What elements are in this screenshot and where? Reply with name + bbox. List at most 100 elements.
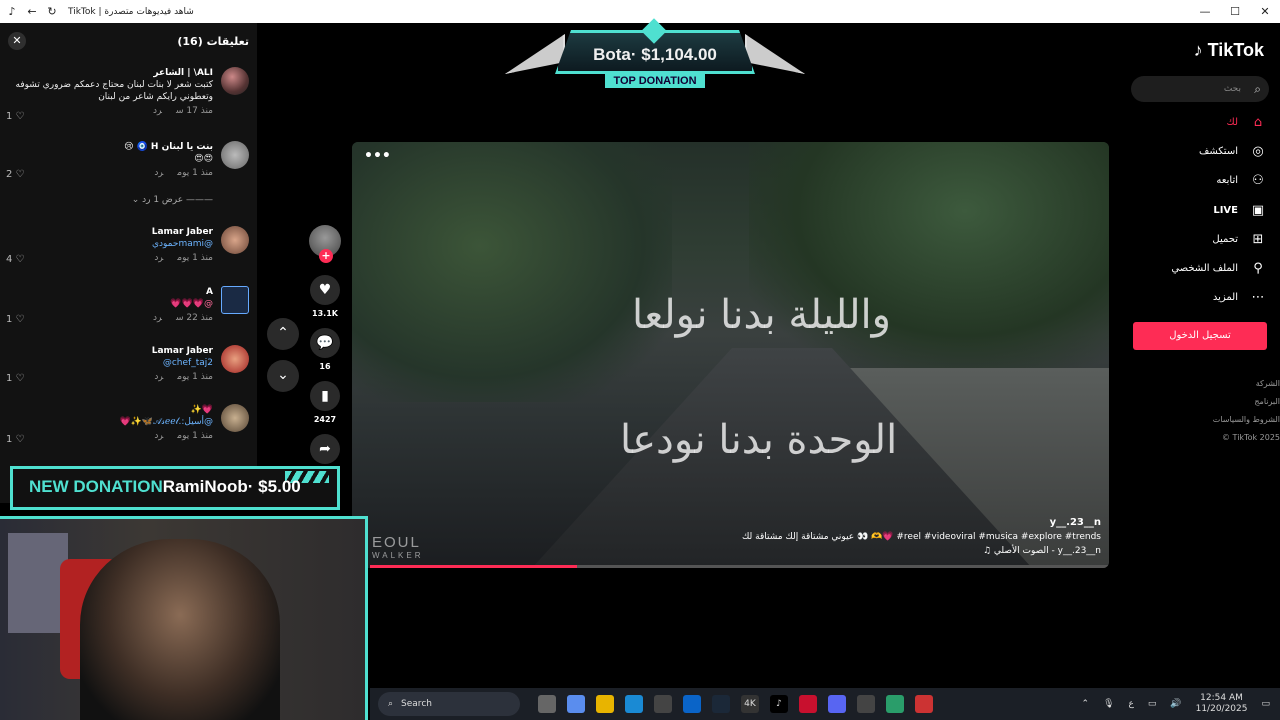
nav-explore[interactable]: ◎ استكشف xyxy=(1199,144,1266,159)
obs-icon[interactable] xyxy=(857,695,875,713)
comment-username[interactable]: ALI\ | الشاعر xyxy=(6,67,213,79)
video-author[interactable]: y__.23__n xyxy=(742,516,1101,530)
outlook-icon[interactable] xyxy=(683,695,701,713)
footer-program-link[interactable]: البرنامج xyxy=(1213,393,1280,411)
like-button[interactable]: ♥ xyxy=(310,275,340,305)
avatar[interactable] xyxy=(221,141,249,169)
mic-icon[interactable]: 🎙 xyxy=(1103,699,1114,709)
comments-title: تعليقات (16) xyxy=(177,34,249,48)
comment-like-button[interactable]: 2 ♡ xyxy=(6,169,25,180)
video-player[interactable]: ••• والليلة بدنا نولعا الوحدة بدنا نودعا… xyxy=(352,142,1109,568)
language-indicator[interactable]: ع xyxy=(1129,699,1134,709)
search-icon[interactable]: ⌕ xyxy=(1254,76,1261,102)
follow-plus-icon[interactable]: + xyxy=(319,249,333,263)
like-count: 13.1K xyxy=(312,309,338,318)
comment-username[interactable]: 💗✨ xyxy=(6,404,213,416)
avatar[interactable] xyxy=(221,226,249,254)
nav-profile[interactable]: ⚲ الملف الشخصي xyxy=(1171,261,1266,276)
compass-icon: ◎ xyxy=(1252,144,1264,159)
reply-link[interactable]: رد xyxy=(154,168,163,178)
video-sound[interactable]: ♫ الصوت الأصلي - y__.23__n xyxy=(742,544,1101,558)
comment-count: 16 xyxy=(319,362,331,371)
video-info: y__.23__n عيوني مشتاقة إلك مشتاقة لك 👀 🫶… xyxy=(742,516,1101,558)
view-replies-button[interactable]: ——— عرض 1 رد ⌄ xyxy=(132,195,213,205)
bookmark-button[interactable]: ▮ xyxy=(310,381,340,411)
steam-icon[interactable] xyxy=(712,695,730,713)
edge-icon[interactable] xyxy=(625,695,643,713)
comment-like-button[interactable]: 4 ♡ xyxy=(6,254,25,265)
avatar[interactable] xyxy=(221,404,249,432)
network-icon[interactable]: ▭ xyxy=(1148,699,1157,709)
nav-for-you[interactable]: ⌂ لك xyxy=(1227,115,1266,130)
share-button[interactable]: ➦ xyxy=(310,434,340,464)
video-caption: عيوني مشتاقة إلك مشتاقة لك 👀 🫶💗 #reel #v… xyxy=(741,532,1101,542)
close-window-button[interactable]: ✕ xyxy=(1250,0,1280,23)
home-icon: ⌂ xyxy=(1253,115,1263,130)
store-icon[interactable] xyxy=(654,695,672,713)
discord-icon[interactable] xyxy=(828,695,846,713)
comment-username[interactable]: A xyxy=(6,286,213,298)
nav-more[interactable]: ⋯ المزيد xyxy=(1213,290,1266,305)
comment-like-button[interactable]: 1 ♡ xyxy=(6,434,25,445)
maximize-button[interactable]: ☐ xyxy=(1220,0,1250,23)
bookmark-icon: ▮ xyxy=(321,388,329,404)
login-button[interactable]: تسجيل الدخول xyxy=(1133,322,1267,350)
comment-username[interactable]: بنت يا لبنان H 🧿 😢 xyxy=(6,141,213,153)
comment-like-button[interactable]: 1 ♡ xyxy=(6,111,25,122)
new-donation-text: RamiNoob· $5.00 xyxy=(162,477,301,496)
footer-copyright: TikTok 2025 © xyxy=(1222,433,1280,442)
chevron-up-icon[interactable]: ⌃ xyxy=(1082,699,1090,709)
nav-live[interactable]: ▣ LIVE xyxy=(1213,203,1266,218)
search-input[interactable]: ⌕ بحث xyxy=(1131,76,1269,102)
nav-following[interactable]: ⚇ اتابعه xyxy=(1216,173,1266,188)
video-overlay-line-2: الوحدة بدنا نودعا xyxy=(620,417,898,463)
reload-icon[interactable]: ↻ xyxy=(44,5,60,18)
tiktok-logo[interactable]: ♪ TikTok xyxy=(1194,40,1264,61)
streamer-webcam xyxy=(0,516,368,720)
4k-icon[interactable]: 4K xyxy=(741,695,759,713)
previous-video-button[interactable]: ⌃ xyxy=(267,318,299,350)
reply-link[interactable]: رد xyxy=(153,106,162,116)
comment-item: Lamar Jaber @mamiحمودي منذ 1 يوم رد 4 ♡ xyxy=(6,226,249,265)
video-progress-bar[interactable] xyxy=(370,565,1109,568)
comment-button[interactable]: 💬 xyxy=(310,328,340,358)
close-comments-button[interactable]: ✕ xyxy=(8,32,26,50)
avatar[interactable] xyxy=(221,286,249,314)
volume-icon[interactable]: 🔊 xyxy=(1170,699,1181,709)
comment-time: منذ 1 يوم xyxy=(177,372,213,382)
avatar[interactable] xyxy=(221,345,249,373)
creator-avatar[interactable]: + xyxy=(309,225,341,263)
comment-time: منذ 17 س xyxy=(176,106,213,116)
comment-username[interactable]: Lamar Jaber xyxy=(6,226,213,238)
taskbar-search[interactable]: ⌕ Search xyxy=(378,692,520,716)
comment-like-button[interactable]: 1 ♡ xyxy=(6,314,25,325)
tiktok-icon[interactable]: ♪ xyxy=(770,695,788,713)
app-icon[interactable] xyxy=(886,695,904,713)
minimize-button[interactable]: — xyxy=(1190,0,1220,23)
avatar[interactable] xyxy=(221,67,249,95)
reply-link[interactable]: رد xyxy=(154,253,163,263)
file-explorer-icon[interactable] xyxy=(596,695,614,713)
reply-link[interactable]: رد xyxy=(153,313,162,323)
next-video-button[interactable]: ⌄ xyxy=(267,360,299,392)
recorder-icon[interactable] xyxy=(915,695,933,713)
video-more-button[interactable]: ••• xyxy=(364,148,391,164)
clock[interactable]: 12:54 AM 11/20/2025 xyxy=(1196,693,1248,715)
comment-like-button[interactable]: 1 ♡ xyxy=(6,373,25,384)
reply-link[interactable]: رد xyxy=(154,372,163,382)
footer-terms-link[interactable]: الشروط والسياسات xyxy=(1213,411,1280,429)
back-icon[interactable]: ← xyxy=(24,5,40,18)
comment-username[interactable]: Lamar Jaber xyxy=(6,345,213,357)
search-icon: ⌕ xyxy=(388,699,394,709)
share-arrow-icon: ➦ xyxy=(319,441,331,457)
taskbar-apps: 4K ♪ xyxy=(538,695,933,713)
reply-link[interactable]: رد xyxy=(154,431,163,441)
nav-upload[interactable]: ⊞ تحميل xyxy=(1212,232,1266,247)
notification-icon[interactable]: ▭ xyxy=(1261,699,1270,709)
opera-icon[interactable] xyxy=(799,695,817,713)
copilot-icon[interactable] xyxy=(567,695,585,713)
taskview-icon[interactable] xyxy=(538,695,556,713)
comment-time: منذ 22 س xyxy=(176,313,213,323)
footer-company-link[interactable]: الشركة xyxy=(1213,375,1280,393)
tiktok-favicon-icon: ♪ xyxy=(8,5,16,18)
